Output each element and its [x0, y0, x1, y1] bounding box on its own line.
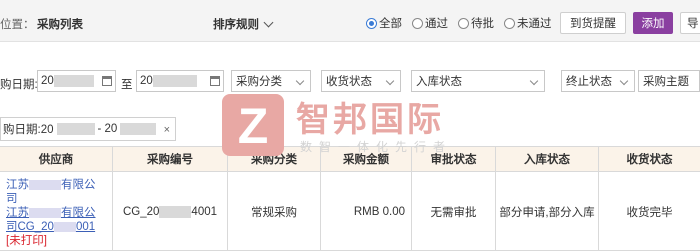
radio-rejected[interactable]: 未通过 — [504, 15, 552, 31]
redacted-text — [29, 207, 61, 218]
watermark-logo-letter: Z — [237, 98, 269, 154]
chevron-down-icon — [263, 17, 274, 27]
supplier-name-part: 司CG_20 — [6, 221, 54, 233]
calendar-icon[interactable] — [102, 76, 112, 86]
page-title: 采购列表 — [37, 19, 83, 31]
supplier-cell: 江苏 有限公 司 江苏 有限公 司CG_20 001 [未打印] — [0, 172, 113, 251]
supplier-name-part: 江苏 — [6, 179, 29, 191]
date-to-input[interactable]: 20 — [136, 70, 224, 92]
watermark-slogan: 数智一体化先行者 — [300, 140, 453, 154]
category-select-value: 采购分类 — [236, 76, 282, 88]
redacted-text — [152, 75, 197, 87]
sort-rule-label: 排序规则 — [213, 19, 259, 31]
supplier-name-part: 司 — [6, 193, 18, 205]
print-status: [未打印] — [6, 235, 47, 247]
date-from-value: 20 — [41, 75, 54, 87]
redacted-text — [159, 205, 192, 218]
radio-pending[interactable]: 待批 — [458, 15, 494, 31]
date-to-value: 20 — [140, 75, 153, 87]
radio-unchecked-icon — [504, 17, 515, 29]
chevron-down-icon — [529, 76, 539, 86]
stock-status-value: 入库状态 — [416, 76, 462, 88]
date-to-label: 至 — [121, 79, 133, 91]
redacted-text — [56, 123, 95, 135]
purchase-subject-value: 采购主题 — [643, 76, 689, 88]
redacted-text — [53, 221, 76, 232]
watermark-brand: 智邦国际 — [296, 101, 444, 139]
date-from-input[interactable]: 20 — [37, 70, 116, 92]
order-number-part: 4001 — [191, 205, 218, 218]
radio-unchecked-icon — [412, 17, 423, 29]
chevron-down-icon — [619, 76, 629, 86]
amount-cell: RMB 0.00 — [321, 172, 412, 251]
radio-all[interactable]: 全部 — [366, 15, 402, 31]
receive-status-cell: 收货完毕 — [626, 206, 673, 219]
radio-approved-label: 通过 — [425, 18, 448, 30]
approval-filter-radios: 全部 通过 待批 未通过 — [366, 15, 552, 31]
supplier-name-part: 有限公 — [61, 179, 96, 191]
chip-label: 购日期:20 — [3, 124, 54, 136]
chevron-down-icon — [385, 76, 395, 86]
stock-status-cell: 部分申请,部分入库 — [496, 172, 599, 251]
stop-status-value: 终止状态 — [566, 76, 612, 88]
close-icon[interactable]: × — [164, 124, 170, 136]
radio-unchecked-icon — [458, 17, 469, 29]
radio-approved[interactable]: 通过 — [412, 15, 448, 31]
chevron-down-icon — [295, 76, 305, 86]
column-header-stock-status[interactable]: 入库状态 — [496, 147, 599, 173]
order-number[interactable]: CG_20 4001 — [122, 205, 218, 218]
stop-status-select[interactable]: 终止状态 — [561, 70, 635, 92]
top-toolbar: 位置： 采购列表 排序规则 全部 通过 待批 未通过 到货提醒 添加 导 — [0, 0, 700, 42]
radio-checked-icon — [366, 17, 377, 29]
supplier-link[interactable]: 江苏 有限公 司 江苏 有限公 司CG_20 001 [未打印] — [6, 178, 96, 248]
supplier-name-part: 江苏 — [6, 207, 29, 219]
purchase-date-label: 购日期: — [0, 79, 38, 91]
chip-separator: - 20 — [97, 123, 118, 135]
column-header-order-no[interactable]: 采购编号 — [113, 147, 228, 173]
date-range-chip: 购日期:20 - 20 × — [0, 117, 176, 141]
column-header-receive-status[interactable]: 收货状态 — [599, 147, 700, 173]
watermark-logo: Z — [222, 94, 284, 156]
category-cell: 常规采购 — [228, 172, 321, 251]
add-button[interactable]: 添加 — [633, 12, 673, 34]
approval-cell: 无需审批 — [412, 172, 496, 251]
arrival-reminder-button[interactable]: 到货提醒 — [560, 12, 626, 34]
breadcrumb-label: 位置： — [0, 19, 35, 31]
radio-all-label: 全部 — [379, 18, 402, 30]
redacted-text — [120, 123, 157, 135]
purchase-subject-input[interactable]: 采购主题 — [638, 70, 700, 92]
receive-status-value: 收货状态 — [326, 76, 372, 88]
column-header-supplier[interactable]: 供应商 — [0, 147, 113, 173]
export-button[interactable]: 导 — [680, 12, 700, 34]
calendar-icon[interactable] — [210, 76, 220, 86]
redacted-text — [53, 75, 94, 87]
order-number-part: CG_20 — [122, 205, 160, 218]
order-no-cell: CG_20 4001 — [113, 172, 228, 251]
brand-watermark: Z 智邦国际 数智一体化先行者 — [222, 88, 492, 166]
radio-pending-label: 待批 — [471, 18, 494, 30]
supplier-name-part: 001 — [75, 221, 96, 233]
sort-rule-dropdown[interactable]: 排序规则 — [213, 16, 274, 32]
table-row[interactable]: 江苏 有限公 司 江苏 有限公 司CG_20 001 [未打印] CG_20 4001 … — [0, 172, 700, 251]
radio-rejected-label: 未通过 — [517, 18, 552, 30]
supplier-name-part: 有限公 — [61, 207, 96, 219]
redacted-text — [29, 179, 61, 190]
